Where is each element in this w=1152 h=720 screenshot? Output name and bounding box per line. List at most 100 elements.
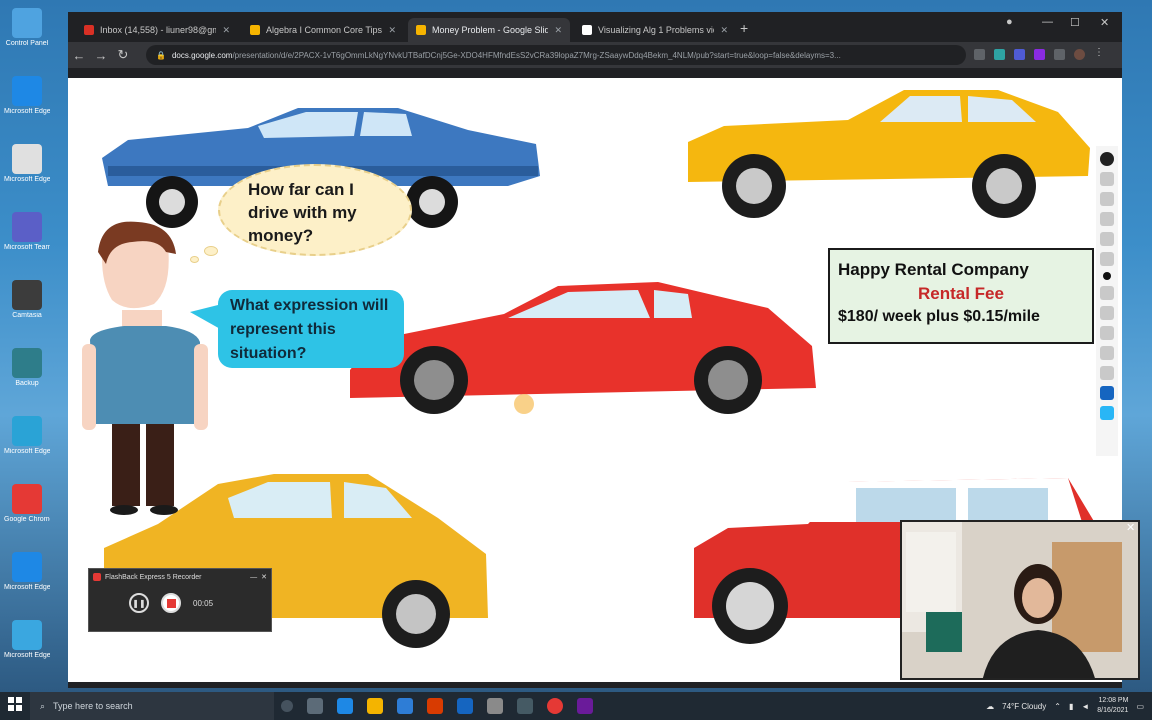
account-icon[interactable]: ● — [1006, 16, 1013, 28]
taskbar-search[interactable]: ⌕ Type here to search — [30, 692, 274, 720]
pen-icon[interactable] — [1100, 212, 1114, 226]
taskbar: ⌕ Type here to search ☁ 74°F Cloudy ⌃ ▮ … — [0, 692, 1152, 720]
brush-icon[interactable] — [1100, 252, 1114, 266]
network-icon[interactable]: ▮ — [1069, 702, 1073, 711]
extension-icon[interactable] — [994, 49, 1005, 60]
tab-gmail[interactable]: Inbox (14,558) - liuner98@gm ✕ — [76, 18, 238, 42]
back-icon[interactable]: ← — [68, 48, 90, 63]
tab-title: Algebra I Common Core Tips Or — [266, 25, 383, 35]
app-icon — [12, 416, 42, 446]
mail-icon[interactable] — [457, 698, 473, 714]
system-tray: ☁ 74°F Cloudy ⌃ ▮ ◄ 12:08 PM 8/16/2021 ▭ — [986, 692, 1144, 720]
desktop-icon-label: Microsoft Edge — [4, 448, 50, 455]
close-icon[interactable]: ✕ — [261, 573, 267, 581]
camera-icon[interactable] — [1100, 346, 1114, 360]
desktop-icon-label: Microsoft Edge — [4, 584, 50, 591]
highlighter-icon[interactable] — [1100, 192, 1114, 206]
desktop-icon[interactable]: Microsoft Teams — [4, 212, 50, 252]
cursor-icon[interactable] — [1100, 172, 1114, 186]
pencil-icon[interactable] — [1100, 232, 1114, 246]
weather-text[interactable]: 74°F Cloudy — [1002, 702, 1046, 711]
desktop-icon-label: Google Chrome — [4, 516, 50, 523]
desktop-icon-label: Microsoft Edge — [4, 108, 50, 115]
bulb-icon[interactable] — [1100, 152, 1114, 166]
pause-button[interactable]: ❚❚ — [129, 593, 149, 613]
desktop-icon[interactable]: Microsoft Edge — [4, 620, 50, 660]
close-icon[interactable]: ✕ — [554, 25, 562, 36]
flashback-logo-icon — [93, 573, 101, 581]
stop-button[interactable] — [161, 593, 181, 613]
extension-icon[interactable] — [1014, 49, 1025, 60]
profile-avatar[interactable] — [1074, 49, 1085, 60]
office-icon[interactable] — [427, 698, 443, 714]
menu-icon[interactable]: ⋮ — [1094, 47, 1105, 58]
close-icon[interactable]: ✕ — [222, 25, 230, 36]
person-illustration — [82, 221, 208, 515]
copy-icon[interactable] — [1100, 366, 1114, 380]
tab-money-problem[interactable]: Money Problem - Google Slides ✕ — [408, 18, 570, 42]
notifications-icon[interactable]: ▭ — [1136, 702, 1144, 711]
rental-fee-value: $180/ week plus $0.15/mile — [838, 308, 1040, 325]
file-explorer-icon[interactable] — [367, 698, 383, 714]
desktop-icon[interactable]: Google Chrome — [4, 484, 50, 524]
annotation-toolbar — [1096, 146, 1118, 456]
close-window-icon[interactable]: ✕ — [1100, 16, 1109, 29]
desktop-icon-label: Control Panel — [5, 40, 49, 47]
clock-date: 8/16/2021 — [1097, 707, 1129, 714]
recorder-titlebar: FlashBack Express 5 Recorder — ✕ — [89, 569, 271, 585]
slides-icon — [250, 25, 260, 35]
forward-icon[interactable]: → — [90, 48, 112, 63]
windows-icon — [8, 696, 22, 711]
minimize-icon[interactable]: — — [1042, 16, 1053, 28]
desktop-icon[interactable]: Control Panel — [4, 8, 50, 48]
widgets-icon[interactable] — [307, 698, 323, 714]
desktop-icon-label: Camtasia — [12, 312, 42, 319]
tab-title: Visualizing Alg 1 Problems video — [598, 25, 714, 35]
screen-recorder-widget: FlashBack Express 5 Recorder — ✕ ❚❚ 00:0… — [88, 568, 272, 632]
chevron-up-icon[interactable]: ⌃ — [1054, 702, 1061, 711]
tab-algebra[interactable]: Algebra I Common Core Tips Or ✕ — [242, 18, 404, 42]
desktop-icon[interactable]: Camtasia — [4, 280, 50, 320]
desktop-icon[interactable]: Backup — [4, 348, 50, 388]
slides-icon — [416, 25, 426, 35]
desktop-icon[interactable]: Microsoft Edge — [4, 416, 50, 456]
extension-icon[interactable] — [1034, 49, 1045, 60]
webcam-close-icon[interactable]: ✕ — [1126, 521, 1135, 534]
color-swatch-icon[interactable] — [1100, 406, 1114, 420]
browser-toolbar: ← → ↻ 🔒 docs.google.com/presentation/d/e… — [68, 42, 1122, 68]
trash-icon[interactable] — [1100, 306, 1114, 320]
gmail-icon — [84, 25, 94, 35]
clock[interactable]: 12:08 PM 8/16/2021 — [1097, 696, 1128, 716]
desktop-icon[interactable]: Microsoft Edge — [4, 552, 50, 592]
lock-icon: 🔒 — [156, 50, 166, 60]
address-bar[interactable]: 🔒 docs.google.com/presentation/d/e/2PACX… — [146, 45, 966, 65]
minimize-icon[interactable]: — — [250, 574, 257, 581]
dot-icon[interactable] — [1103, 272, 1111, 280]
volume-icon[interactable]: ◄ — [1081, 702, 1089, 711]
text-icon[interactable] — [1100, 326, 1114, 340]
teams-taskbar-icon[interactable] — [577, 698, 593, 714]
settings-taskbar-icon[interactable] — [517, 698, 533, 714]
close-icon[interactable]: ✕ — [720, 25, 728, 36]
thought-bubble-text: How far can I drive with my money? — [248, 180, 357, 245]
task-view-icon[interactable] — [281, 700, 293, 712]
extension-icon[interactable] — [974, 49, 985, 60]
search-placeholder: Type here to search — [53, 701, 133, 711]
app-icon — [12, 348, 42, 378]
start-button[interactable] — [0, 696, 30, 716]
puzzle-icon[interactable] — [1054, 49, 1065, 60]
color-palette-icon[interactable] — [1100, 386, 1114, 400]
edge-taskbar-icon[interactable] — [337, 698, 353, 714]
desktop-icon[interactable]: Microsoft Edge — [4, 76, 50, 116]
new-tab-button[interactable]: + — [740, 20, 748, 36]
reload-icon[interactable]: ↻ — [112, 47, 134, 63]
camera-app-icon[interactable] — [487, 698, 503, 714]
close-icon[interactable]: ✕ — [388, 25, 396, 36]
maximize-icon[interactable]: ☐ — [1070, 16, 1080, 29]
eraser-icon[interactable] — [1100, 286, 1114, 300]
desktop-icon[interactable]: Microsoft Edge — [4, 144, 50, 184]
store-icon[interactable] — [397, 698, 413, 714]
app-icon — [12, 212, 42, 242]
chrome-taskbar-icon[interactable] — [547, 698, 563, 714]
tab-visualizing[interactable]: Visualizing Alg 1 Problems video ✕ — [574, 18, 736, 42]
